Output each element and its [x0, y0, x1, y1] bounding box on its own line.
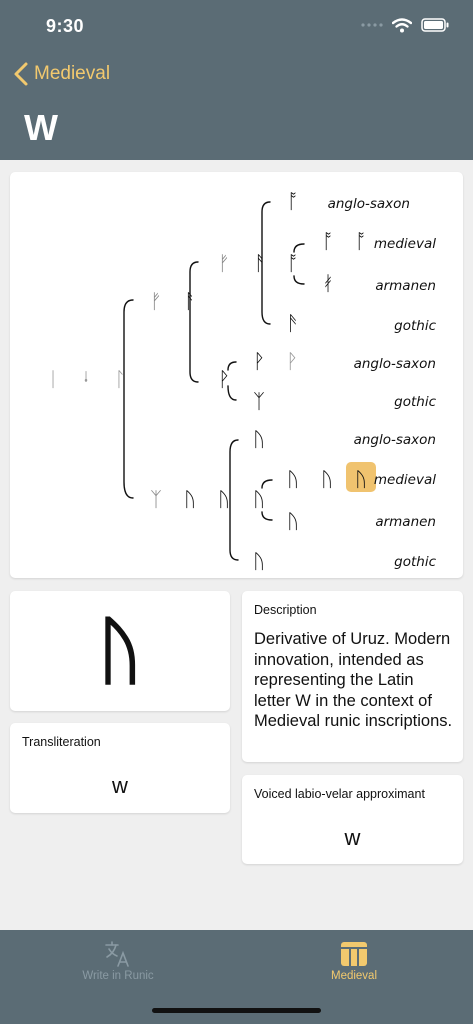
tab-label: Medieval — [330, 970, 378, 982]
tree-variant-label: anglo-saxon — [354, 432, 436, 448]
tree-u-glyph: ᚢ — [253, 487, 265, 511]
page-title: W — [24, 107, 58, 148]
home-indicator — [152, 1008, 321, 1013]
tree-variant-label: medieval — [374, 472, 436, 488]
tree-variant-glyph: ᚢ — [287, 467, 299, 491]
transliteration-value: w — [112, 773, 128, 798]
status-time: 9:30 — [46, 16, 85, 36]
tree-wynn-glyph: ᚹ — [218, 367, 230, 391]
tree-ansuz-glyph: ᚨ — [254, 251, 266, 275]
tree-variant-glyph: ᚩ — [287, 251, 299, 275]
rune-tree-card: ᛁ ᛍ ᛚ ᚠ ᚨ ᚠ ᚨ ᚩ anglo-saxon ᚩ ᚩ ᚩ mediev… — [10, 172, 463, 578]
navigation-header: 9:30 Medieval W — [0, 0, 473, 160]
tree-variant-glyph: ᚩ — [322, 229, 334, 253]
back-button[interactable]: Medieval — [12, 60, 110, 88]
transliteration-label: Transliteration — [22, 735, 101, 749]
wifi-icon — [392, 17, 412, 32]
tab-write-in-runic[interactable]: Write in Runic — [0, 930, 236, 1010]
tree-variant-glyph: ᚢ — [321, 467, 333, 491]
tree-variant-label: medieval — [374, 236, 436, 252]
tab-medieval[interactable]: Medieval — [236, 930, 472, 1010]
tree-variant-glyph: ᛉ — [253, 389, 265, 413]
tree-variant-label: armanen — [375, 278, 436, 294]
transliteration-card: Transliteration w — [10, 723, 230, 813]
tree-connector-f — [189, 261, 199, 383]
tree-connector-u — [229, 439, 239, 561]
tree-f-glyph: ᚠ — [218, 251, 230, 275]
tree-variant-label: anglo-saxon — [354, 356, 436, 372]
tree-root-glyph: ᛁ — [47, 367, 59, 391]
back-button-label: Medieval — [34, 63, 111, 84]
tree-u-glyph: ᚢ — [218, 487, 230, 511]
columns-icon — [341, 942, 367, 966]
description-label: Description — [254, 603, 317, 617]
signal-icon — [361, 23, 383, 27]
tree-variant-label: gothic — [394, 554, 436, 570]
tree-variant-glyph: ᚩ — [355, 229, 367, 253]
tree-u-glyph: ᛉ — [150, 487, 162, 511]
tree-f-glyph: ᚨ — [184, 289, 196, 313]
tree-connector-medieval-down — [293, 275, 305, 285]
tree-variant-label: gothic — [394, 394, 436, 410]
rune-glyph-card: ᚢ — [10, 591, 230, 711]
tree-variant-glyph: ᚩ — [287, 189, 299, 213]
tree-connector-umed-down — [261, 511, 273, 521]
translate-icon — [105, 941, 129, 967]
rune-evolution-tree: ᛁ ᛍ ᛚ ᚠ ᚨ ᚠ ᚨ ᚩ anglo-saxon ᚩ ᚩ ᚩ mediev… — [47, 189, 437, 573]
status-icons — [361, 14, 449, 36]
tree-variant-glyph: ᚹ — [286, 349, 298, 373]
tree-f-glyph: ᚠ — [150, 289, 162, 313]
tree-variant-label: gothic — [394, 318, 436, 334]
rune-glyph-large: ᚢ — [97, 608, 143, 694]
tree-variant-glyph: ᚢ — [253, 427, 265, 451]
tree-variant-label: anglo-saxon — [328, 196, 410, 212]
description-card: Description Derivative of Uruz. Modern i… — [242, 591, 463, 762]
tree-root-glyph: ᛍ — [80, 367, 92, 391]
phoneme-value: w — [344, 825, 361, 850]
tab-label: Write in Runic — [82, 970, 154, 982]
tree-variant-glyph: ᚹ — [253, 349, 265, 373]
tree-root-glyph: ᛚ — [114, 367, 126, 391]
tree-variant-glyph-selected[interactable]: ᚢ — [355, 467, 367, 491]
tree-u-glyph: ᚢ — [184, 487, 196, 511]
phoneme-label: Voiced labio-velar approximant — [254, 787, 425, 801]
tree-variant-glyph: ᚢ — [287, 509, 299, 533]
description-text: Derivative of Uruz. Modern innovation, i… — [254, 630, 453, 730]
phoneme-card: Voiced labio-velar approximant w — [242, 775, 463, 864]
tree-variant-glyph: ᚢ — [253, 549, 265, 573]
tree-connector-main — [123, 299, 134, 499]
chevron-left-icon — [14, 62, 28, 86]
tree-variant-glyph: ᚫ — [287, 311, 299, 335]
tree-variant-glyph: ᚯ — [322, 271, 334, 295]
battery-icon — [421, 18, 449, 32]
tree-variant-label: armanen — [375, 514, 436, 530]
